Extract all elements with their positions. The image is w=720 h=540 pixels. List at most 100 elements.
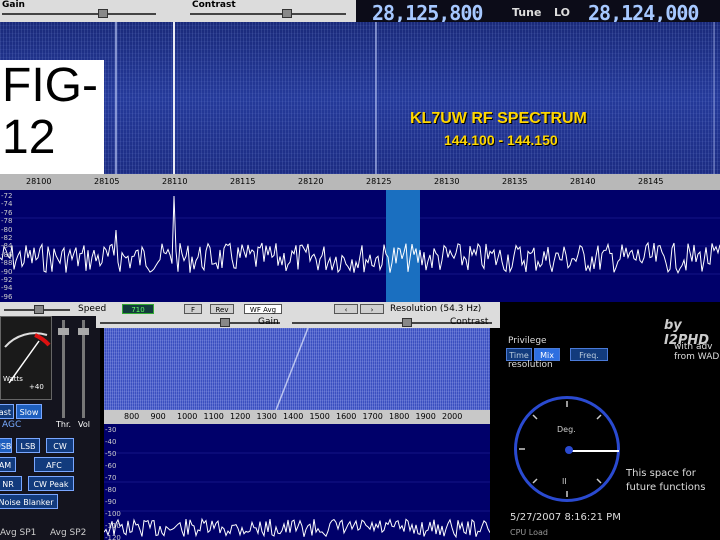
frequency-scale: 28100 28105 28110 28115 28120 28125 28130 28135… — [0, 174, 720, 190]
lower-gain-slider[interactable] — [100, 318, 280, 327]
wf-avg-button[interactable]: WF Avg — [244, 304, 282, 314]
db-tick-label: -94 — [1, 284, 13, 293]
db-tick-label: -96 — [1, 292, 13, 301]
meter-scale: +40 — [29, 383, 44, 391]
scale-tick-label: 1400 — [283, 412, 304, 421]
right-info-panel: by I2PHD Privilege Time Mix Freq. resolu… — [500, 302, 720, 540]
speed-label: Speed — [78, 304, 107, 314]
db-tick-label: -80 — [105, 486, 117, 494]
db-tick-label: -110 — [105, 522, 121, 530]
db-tick-label: -92 — [1, 276, 13, 284]
scale-tick-label: 1000 — [177, 412, 198, 421]
db-tick-label: -100 — [105, 510, 121, 518]
db-tick-label: -76 — [1, 208, 13, 217]
spectrum-trace — [0, 195, 720, 275]
spectrum-trace — [104, 517, 490, 539]
avg-sp1-label[interactable]: Avg SP1 — [0, 528, 36, 538]
db-tick-label: -60 — [105, 462, 117, 470]
volume-thumb[interactable] — [78, 328, 89, 335]
audio-spectrum[interactable]: -30 -40 -50 -60 -70 -80 -90 -100 -110 -120 — [104, 424, 490, 540]
threshold-thumb[interactable] — [58, 328, 69, 335]
bearing-dial[interactable]: Deg. II — [514, 396, 620, 502]
scale-tick-label: 2000 — [442, 412, 463, 421]
db-tick-label: -74 — [1, 200, 13, 209]
scale-tick-label: 28145 — [638, 177, 664, 186]
contrast-label: Contrast — [192, 0, 236, 10]
db-tick-label: -30 — [105, 426, 117, 434]
mid-control-strip: Speed 710 F Rev WF Avg ‹ › Resolution (5… — [0, 302, 500, 316]
gain-slider-thumb[interactable] — [98, 9, 108, 18]
scale-tick-label: 28110 — [162, 177, 188, 186]
speed-slider[interactable] — [4, 305, 70, 314]
figure-label: FIG- 12 — [0, 60, 104, 174]
scale-tick-label: 28135 — [502, 177, 528, 186]
waterfall-display[interactable]: FIG- 12 KL7UW RF SPECTRUM 144.100 - 144.1… — [0, 22, 720, 174]
avg-sp2-label[interactable]: Avg SP2 — [50, 528, 86, 538]
audio-waterfall[interactable] — [104, 328, 490, 410]
scale-tick-label: 1700 — [362, 412, 383, 421]
frequency-display: 28,125,800 Tune LO 28,124,000 — [356, 0, 720, 25]
scale-tick-label: 28100 — [26, 177, 52, 186]
slow-button[interactable]: Slow — [16, 404, 42, 419]
dial-bottom-mark: II — [562, 477, 567, 486]
scale-tick-label: 1300 — [256, 412, 277, 421]
am-button[interactable]: AM — [0, 457, 16, 472]
speed-value[interactable]: 710 — [122, 304, 154, 314]
usb-button[interactable]: USB — [0, 438, 12, 453]
db-tick-label: -50 — [105, 450, 117, 458]
fast-button[interactable]: Fast — [0, 404, 14, 419]
lower-gain-thumb[interactable] — [220, 318, 230, 327]
cpu-load-label: CPU Load — [510, 528, 548, 537]
rev-button[interactable]: Rev — [210, 304, 234, 314]
freq-button[interactable]: Freq. — [570, 348, 608, 361]
afc-button[interactable]: AFC — [34, 457, 74, 472]
scale-tick-label: 1600 — [336, 412, 357, 421]
future-space-line2: future functions — [626, 482, 706, 493]
waterfall-signal-traces — [115, 22, 715, 174]
spectrum-display[interactable]: -72 -74 -76 -78 -80 -82 -84 -86 -88 -90 -92 -94 -96 — [0, 190, 720, 302]
db-tick-label: -120 — [105, 534, 121, 540]
spectrum-title: KL7UW RF SPECTRUM — [410, 110, 587, 127]
scale-tick-label: 900 — [150, 412, 166, 421]
volume-slider[interactable] — [78, 320, 89, 418]
left-control-panel: Watts +40 Fast Slow AGC Thr. Vol USB LSB… — [0, 316, 100, 540]
speed-slider-thumb[interactable] — [34, 305, 44, 314]
s-meter: Watts +40 — [0, 316, 52, 400]
db-tick-label: -88 — [1, 259, 13, 268]
lsb-button[interactable]: LSB — [16, 438, 40, 453]
db-tick-label: -86 — [1, 250, 13, 259]
cw-peak-button[interactable]: CW Peak — [28, 476, 74, 491]
passband-highlight — [386, 190, 420, 302]
lo-label: LO — [554, 6, 570, 19]
nr-button[interactable]: NR — [0, 476, 22, 491]
contrast-slider-thumb[interactable] — [282, 9, 292, 18]
scale-tick-label: 1800 — [389, 412, 410, 421]
db-tick-label: -72 — [1, 192, 13, 200]
timestamp: 5/27/2007 8:16:21 PM — [510, 512, 621, 523]
gain-label: Gain — [2, 0, 25, 10]
contrast-slider[interactable] — [190, 9, 346, 18]
scale-tick-label: 28130 — [434, 177, 460, 186]
scale-tick-label: 28125 — [366, 177, 392, 186]
noise-blanker-button[interactable]: Noise Blanker — [0, 494, 58, 509]
db-tick-label: -80 — [1, 225, 13, 234]
step-down-button[interactable]: ‹ — [334, 304, 358, 314]
lower-gain-strip: Gain Contrast — [96, 316, 500, 328]
top-control-bar: Gain Contrast 28,125,800 Tune LO 28,124,… — [0, 0, 720, 25]
meter-gauge — [4, 332, 51, 384]
db-tick-label: -40 — [105, 438, 117, 446]
step-up-button[interactable]: › — [360, 304, 384, 314]
resolution-caption: resolution — [508, 360, 553, 370]
dial-center — [565, 446, 573, 454]
f-button[interactable]: F — [184, 304, 202, 314]
scale-tick-label: 28115 — [230, 177, 256, 186]
agc-label: AGC — [2, 420, 22, 430]
threshold-slider[interactable] — [58, 320, 69, 418]
lower-contrast-thumb[interactable] — [402, 318, 412, 327]
gain-slider[interactable] — [2, 9, 156, 18]
vol-label: Vol — [78, 420, 90, 429]
cw-button[interactable]: CW — [46, 438, 74, 453]
from-wad-text: from WAD — [674, 352, 720, 362]
future-space-line1: This space for — [626, 468, 696, 479]
resolution-label: Resolution (54.3 Hz) — [390, 304, 482, 314]
